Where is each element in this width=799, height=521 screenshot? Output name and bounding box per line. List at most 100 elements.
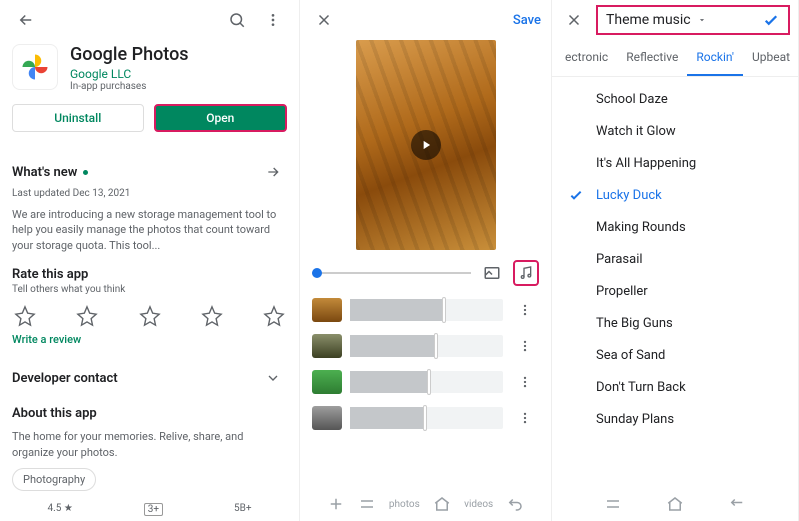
downloads-stat: 5B+: [234, 503, 252, 516]
clip-more-icon[interactable]: [511, 368, 539, 396]
clip-thumbnail[interactable]: [312, 370, 342, 394]
category-chip[interactable]: Photography: [12, 468, 96, 491]
save-button[interactable]: Save: [513, 13, 541, 28]
genre-tab[interactable]: Rockin': [687, 40, 743, 76]
menu-icon[interactable]: [604, 495, 622, 513]
song-label: Making Rounds: [596, 220, 686, 235]
clip-track[interactable]: [350, 299, 503, 321]
song-item[interactable]: Making Rounds: [552, 211, 798, 243]
clip-more-icon[interactable]: [511, 404, 539, 432]
song-item[interactable]: Lucky Duck: [552, 179, 798, 211]
home-icon[interactable]: [433, 495, 451, 513]
clip-thumbnail[interactable]: [312, 298, 342, 322]
star-icon[interactable]: [139, 305, 161, 327]
song-label: Sea of Sand: [596, 348, 665, 363]
star-icon[interactable]: [76, 305, 98, 327]
star-icon[interactable]: [201, 305, 223, 327]
uninstall-button[interactable]: Uninstall: [12, 104, 144, 132]
play-icon[interactable]: [411, 130, 441, 160]
write-review-link[interactable]: Write a review: [12, 333, 287, 346]
developer-link[interactable]: Google LLC: [70, 67, 189, 81]
song-item[interactable]: The Big Guns: [552, 307, 798, 339]
song-label: Sunday Plans: [596, 412, 674, 427]
rate-title: Rate this app: [12, 267, 287, 282]
star-icon[interactable]: [263, 305, 285, 327]
song-item[interactable]: Sunday Plans: [552, 403, 798, 435]
system-nav: [552, 487, 798, 521]
timeline-slider[interactable]: [312, 272, 471, 274]
nav-label-videos: videos: [464, 499, 493, 510]
song-label: Watch it Glow: [596, 124, 676, 139]
clip-more-icon[interactable]: [511, 332, 539, 360]
song-label: Lucky Duck: [596, 188, 662, 203]
app-stats: 4.5 ★ 3+ 5B+: [12, 503, 287, 516]
content-rating-stat: 3+: [144, 503, 163, 516]
theme-music-dropdown[interactable]: Theme music: [596, 5, 790, 35]
song-item[interactable]: Propeller: [552, 275, 798, 307]
song-list: School Daze Watch it Glow It's All Happeni…: [552, 77, 798, 441]
whats-new-title: What's new: [12, 165, 77, 180]
song-item[interactable]: Sea of Sand: [552, 339, 798, 371]
more-icon[interactable]: [259, 6, 287, 34]
clip-track[interactable]: [350, 335, 503, 357]
song-item[interactable]: It's All Happening: [552, 147, 798, 179]
song-label: Propeller: [596, 284, 648, 299]
clip-row: [300, 400, 551, 436]
back-icon[interactable]: [728, 495, 746, 513]
genre-tabs: ectronicReflectiveRockin'Upbeat: [552, 40, 798, 77]
open-button[interactable]: Open: [154, 104, 288, 132]
song-label: It's All Happening: [596, 156, 696, 171]
whats-new-date: Last updated Dec 13, 2021: [12, 188, 287, 199]
app-header: Google Photos Google LLC In-app purchase…: [12, 44, 287, 92]
video-preview[interactable]: [356, 40, 496, 250]
genre-tab[interactable]: Upbeat: [743, 40, 798, 76]
genre-tab[interactable]: ectronic: [556, 40, 617, 76]
clip-more-icon[interactable]: [511, 296, 539, 324]
undo-icon[interactable]: [506, 495, 524, 513]
theme-music-pane: Theme music ectronicReflectiveRockin'Upb…: [552, 0, 799, 521]
bottom-nav: photos videos: [300, 487, 551, 521]
rating-stat: 4.5 ★: [47, 503, 72, 516]
dropdown-arrow-icon: [697, 15, 707, 25]
music-icon[interactable]: [513, 260, 539, 286]
about-body: The home for your memories. Relive, shar…: [12, 429, 287, 460]
song-item[interactable]: Don't Turn Back: [552, 371, 798, 403]
nav-label-photos: photos: [389, 499, 420, 510]
chevron-down-icon[interactable]: [259, 364, 287, 392]
clip-row: [300, 364, 551, 400]
song-label: The Big Guns: [596, 316, 673, 331]
song-label: School Daze: [596, 92, 668, 107]
clip-track[interactable]: [350, 371, 503, 393]
close-icon[interactable]: [310, 6, 338, 34]
song-item[interactable]: School Daze: [552, 83, 798, 115]
whats-new-body: We are introducing a new storage managem…: [12, 207, 287, 253]
top-bar: [12, 0, 287, 40]
app-title: Google Photos: [70, 44, 189, 65]
check-icon: [568, 187, 584, 203]
purchase-note: In-app purchases: [70, 81, 189, 92]
star-icon[interactable]: [14, 305, 36, 327]
aspect-ratio-icon[interactable]: [479, 260, 505, 286]
close-icon[interactable]: [560, 6, 588, 34]
confirm-check-icon[interactable]: [762, 11, 780, 29]
dropdown-label: Theme music: [606, 12, 691, 28]
song-item[interactable]: Parasail: [552, 243, 798, 275]
genre-tab[interactable]: Reflective: [617, 40, 687, 76]
search-icon[interactable]: [223, 6, 251, 34]
clip-row: [300, 328, 551, 364]
song-item[interactable]: Watch it Glow: [552, 115, 798, 147]
clip-track[interactable]: [350, 407, 503, 429]
clip-thumbnail[interactable]: [312, 406, 342, 430]
rate-sub: Tell others what you think: [12, 284, 287, 295]
about-title: About this app: [12, 406, 287, 421]
clip-thumbnail[interactable]: [312, 334, 342, 358]
menu-icon[interactable]: [358, 495, 376, 513]
add-icon[interactable]: [327, 495, 345, 513]
home-icon[interactable]: [666, 495, 684, 513]
editor-pane: Save photos videos: [300, 0, 552, 521]
new-indicator-icon: [83, 170, 88, 175]
back-icon[interactable]: [12, 6, 40, 34]
whats-new-arrow-icon[interactable]: [259, 158, 287, 186]
clip-row: [300, 292, 551, 328]
song-label: Parasail: [596, 252, 643, 267]
